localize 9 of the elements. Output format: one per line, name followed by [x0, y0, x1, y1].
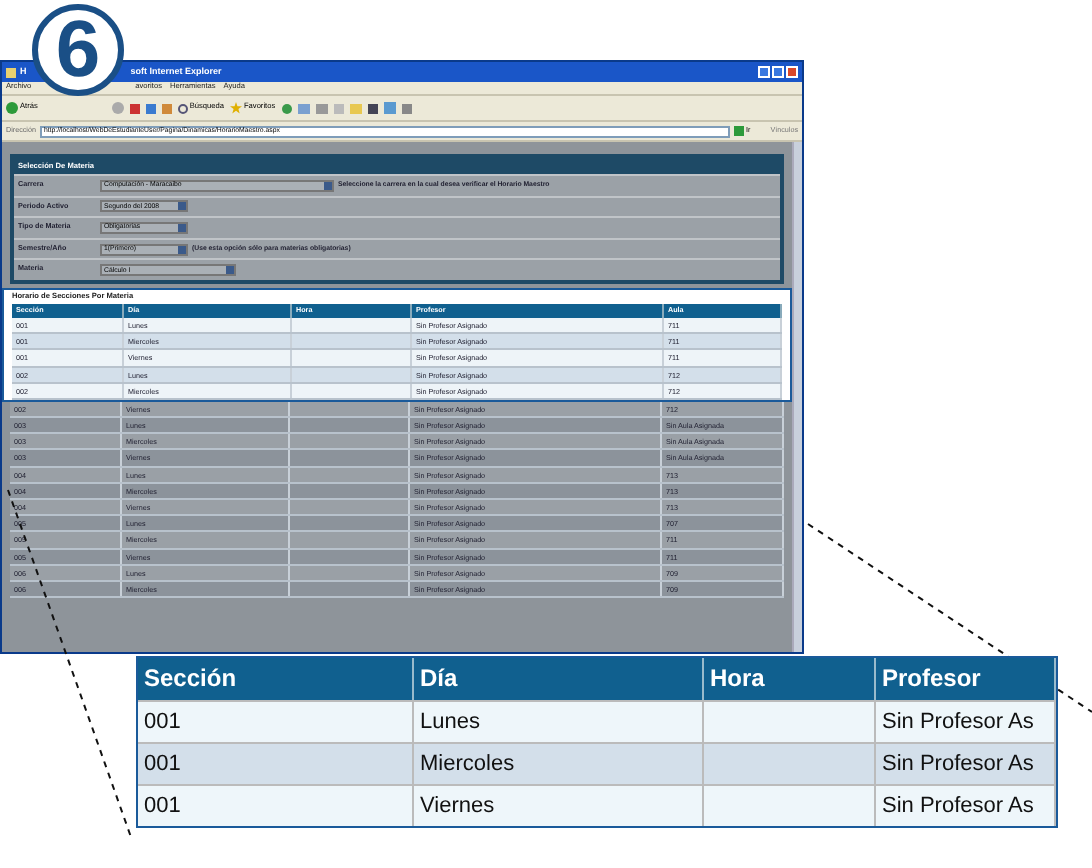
star-icon — [229, 102, 242, 114]
table-cell: Sin Profesor As — [876, 786, 1056, 826]
close-button[interactable] — [786, 66, 798, 78]
table-cell: Viernes — [414, 786, 704, 826]
table-cell: 001 — [138, 786, 414, 826]
minimize-button[interactable] — [758, 66, 770, 78]
step-badge: 6 — [32, 4, 124, 96]
scrollbar[interactable] — [792, 142, 802, 652]
maximize-button[interactable] — [772, 66, 784, 78]
